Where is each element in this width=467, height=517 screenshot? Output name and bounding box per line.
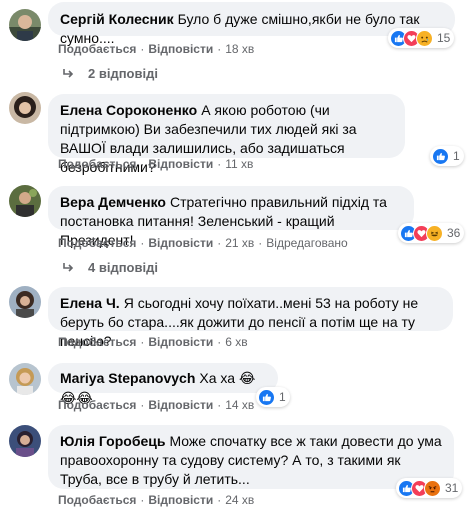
comment-bubble: Юлія Горобець Може спочатку все ж таки до… — [48, 425, 454, 489]
separator-dot: · — [140, 157, 145, 171]
comment-author[interactable]: Елена Ч. — [60, 295, 120, 311]
separator-dot: · — [217, 335, 222, 349]
comment-author[interactable]: Mariya Stepanovych — [60, 370, 195, 386]
comment-actions: Подобається · Відповісти · 24 хв — [58, 492, 254, 508]
comment-author[interactable]: Вера Демченко — [60, 194, 166, 210]
reaction-count: 15 — [437, 31, 451, 45]
sad-icon — [416, 29, 433, 47]
view-replies-link[interactable]: 4 відповіді — [62, 260, 158, 275]
comment-time[interactable]: 11 хв — [225, 157, 253, 171]
reply-arrow-icon — [63, 68, 74, 78]
separator-dot: · — [217, 157, 222, 171]
separator-dot: · — [140, 335, 145, 349]
comment-time[interactable]: 21 хв — [225, 236, 254, 250]
separator-dot: · — [140, 236, 145, 250]
reply-button[interactable]: Відповісти — [148, 236, 213, 250]
comment-actions: Подобається · Відповісти · 21 хв · Відредагова… — [58, 235, 348, 251]
separator-dot: · — [140, 398, 145, 412]
reactions-summary[interactable]: 1 — [430, 146, 464, 166]
like-button[interactable]: Подобається — [58, 493, 136, 507]
comment-time[interactable]: 6 хв — [225, 335, 247, 349]
comment-author[interactable]: Юлія Горобець — [60, 433, 165, 449]
comment-text: Ха ха — [199, 370, 236, 386]
like-button[interactable]: Подобається — [58, 236, 136, 250]
comment-bubble: Вера Демченко Стратегічно правильний підх… — [48, 186, 414, 248]
like-icon — [432, 147, 449, 165]
reactions-summary[interactable]: 1 — [256, 387, 290, 407]
avatar[interactable] — [9, 9, 41, 41]
like-icon — [258, 388, 275, 406]
comment-time[interactable]: 14 хв — [225, 398, 254, 412]
separator-dot: · — [140, 493, 145, 507]
like-button[interactable]: Подобається — [58, 398, 136, 412]
comment-time[interactable]: 18 хв — [225, 42, 254, 56]
reply-button[interactable]: Відповісти — [148, 398, 213, 412]
comment-author[interactable]: Сергій Колесник — [60, 11, 174, 27]
avatar[interactable] — [9, 425, 41, 457]
like-button[interactable]: Подобається — [58, 42, 136, 56]
haha-icon — [426, 224, 443, 242]
reaction-count: 1 — [279, 390, 286, 404]
like-button[interactable]: Подобається — [58, 157, 136, 171]
reply-button[interactable]: Відповісти — [148, 157, 213, 171]
separator-dot: · — [217, 236, 222, 250]
replies-count[interactable]: 4 відповіді — [88, 260, 158, 275]
view-replies-link[interactable]: 2 відповіді — [62, 66, 158, 81]
reaction-count: 1 — [453, 149, 460, 163]
avatar[interactable] — [9, 286, 41, 318]
comment-bubble: Елена Сороконенко А якою роботою (чи підт… — [48, 94, 405, 175]
comment-bubble: Елена Ч. Я сьогодні хочу поїхати..мені 53… — [48, 287, 453, 349]
reply-button[interactable]: Відповісти — [148, 335, 213, 349]
comment-actions: Подобається · Відповісти · 14 хв — [58, 397, 254, 413]
avatar[interactable] — [9, 185, 41, 217]
angry-icon — [424, 479, 441, 497]
reaction-count: 31 — [445, 481, 459, 495]
reactions-summary[interactable]: 36 — [398, 223, 465, 243]
comment-bubble: Mariya Stepanovych Ха ха 😂😂😂 — [48, 363, 278, 407]
comment-time[interactable]: 24 хв — [225, 493, 254, 507]
comment-actions: Подобається · Відповісти · 11 хв — [58, 156, 253, 172]
reactions-summary[interactable]: 31 — [396, 478, 463, 498]
separator-dot: · — [217, 42, 222, 56]
replies-count[interactable]: 2 відповіді — [88, 66, 158, 81]
separator-dot: · — [217, 493, 222, 507]
reply-button[interactable]: Відповісти — [148, 493, 213, 507]
comment-actions: Подобається · Відповісти · 6 хв — [58, 334, 248, 350]
reactions-summary[interactable]: 15 — [388, 28, 455, 48]
reply-arrow-icon — [63, 262, 74, 272]
comment-author[interactable]: Елена Сороконенко — [60, 102, 197, 118]
reply-button[interactable]: Відповісти — [148, 42, 213, 56]
reaction-count: 36 — [447, 226, 461, 240]
like-button[interactable]: Подобається — [58, 335, 136, 349]
comment-actions: Подобається · Відповісти · 18 хв — [58, 41, 254, 57]
avatar[interactable] — [9, 363, 41, 395]
separator-dot: · — [140, 42, 145, 56]
avatar[interactable] — [9, 92, 41, 124]
separator-dot: · — [258, 236, 263, 250]
edited-label[interactable]: Відредаговано — [266, 236, 347, 250]
separator-dot: · — [217, 398, 222, 412]
